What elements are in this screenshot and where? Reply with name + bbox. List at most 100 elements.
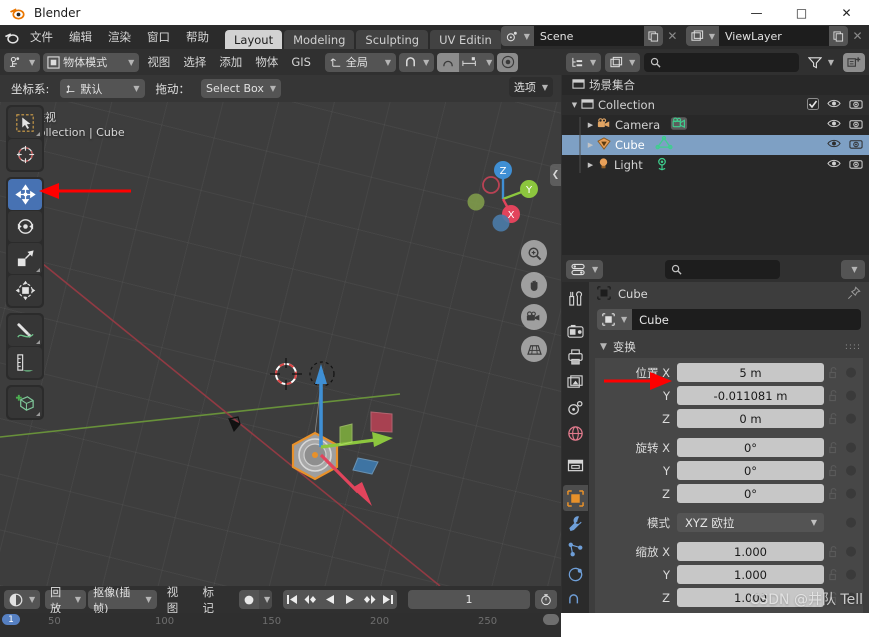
lock-icon[interactable] <box>824 464 843 477</box>
animate-dot-icon[interactable]: ● <box>843 440 859 455</box>
location-y-field[interactable]: -0.011081 m <box>677 386 824 405</box>
scale-x-field[interactable]: 1.000 <box>677 542 824 561</box>
physics-tab[interactable] <box>563 562 588 588</box>
object-tab[interactable] <box>563 485 588 511</box>
auto-keying-chevron-icon[interactable]: ▼ <box>259 590 272 609</box>
auto-keying-group[interactable]: ▼ <box>239 590 272 609</box>
n-panel-toggle[interactable]: ❮ <box>550 164 561 186</box>
lock-icon[interactable] <box>824 366 843 379</box>
eye-icon[interactable] <box>827 138 841 152</box>
object-id-icon[interactable]: ▼ <box>597 309 633 330</box>
viewlayer-name[interactable]: ViewLayer <box>719 26 829 46</box>
checkbox-icon[interactable] <box>807 97 819 113</box>
location-x-field[interactable]: 5 m <box>677 363 824 382</box>
tool-tab[interactable] <box>563 286 588 312</box>
next-keyframe-icon[interactable] <box>359 590 378 609</box>
blender-menu-icon[interactable] <box>0 30 22 45</box>
location-z-field[interactable]: 0 m <box>677 409 824 428</box>
rotation-z-field[interactable]: 0° <box>677 484 824 503</box>
close-button[interactable]: ✕ <box>824 0 869 25</box>
outliner-row-camera[interactable]: ▶ Camera <box>562 115 869 135</box>
tweak-tool-button[interactable] <box>8 107 42 138</box>
viewport-menu-select[interactable]: 选择 <box>178 54 211 70</box>
camera-icon[interactable] <box>521 304 547 330</box>
add-cube-tool-button[interactable] <box>8 387 42 418</box>
expand-triangle-icon[interactable]: ▶ <box>584 141 597 149</box>
cursor-tool-button[interactable] <box>8 139 42 170</box>
proportional-edit-icon[interactable] <box>437 52 460 72</box>
jump-end-icon[interactable] <box>378 590 397 609</box>
editor-type-3dview-icon[interactable]: ▼ <box>4 52 41 72</box>
shading-toggle[interactable] <box>497 52 519 72</box>
collection-tab[interactable] <box>563 453 588 479</box>
filter-icon[interactable]: ▼ <box>803 53 839 72</box>
pin-icon[interactable] <box>847 285 861 303</box>
viewlayer-icon[interactable]: ▼ <box>685 26 719 46</box>
menu-file[interactable]: 文件 <box>22 26 61 48</box>
current-frame-field[interactable]: 1 <box>408 590 531 609</box>
render-tab[interactable] <box>563 318 588 344</box>
timeline-playhead[interactable]: 1 <box>2 614 20 625</box>
keying-popover[interactable]: 抠像(插帧) ▼ <box>88 586 157 615</box>
viewport-menu-add[interactable]: 添加 <box>214 54 247 70</box>
jump-start-icon[interactable] <box>283 590 302 609</box>
outliner-row-collection[interactable]: ▼ Collection <box>562 95 869 115</box>
rotate-tool-button[interactable] <box>8 211 42 242</box>
minimize-button[interactable]: — <box>734 0 779 25</box>
scene-unlink-icon[interactable]: ✕ <box>663 26 682 46</box>
move-tool-button[interactable] <box>8 179 42 210</box>
lock-icon[interactable] <box>824 412 843 425</box>
expand-triangle-icon[interactable]: ▶ <box>584 121 597 129</box>
outliner-row-light[interactable]: ▶ Light <box>562 155 869 175</box>
viewlayer-tab[interactable] <box>563 369 588 395</box>
scene-icon[interactable]: ▼ <box>500 26 534 46</box>
outliner-tree[interactable]: 场景集合 ▼ Collection ▶ Camera ▶ Cube ▶ Ligh… <box>562 75 869 255</box>
outliner-editor-type-icon[interactable]: ▼ <box>566 52 602 72</box>
properties-search-input[interactable] <box>664 259 780 279</box>
play-icon[interactable] <box>340 590 359 609</box>
constraints-tab[interactable] <box>563 587 588 613</box>
viewport-menu-gis[interactable]: GIS <box>286 55 316 69</box>
snap-selector[interactable]: ▼ <box>399 52 435 72</box>
panel-expand-chevron-icon[interactable]: ▼ <box>600 342 607 352</box>
animate-dot-icon[interactable]: ● <box>843 544 859 559</box>
expand-triangle-icon[interactable]: ▶ <box>584 161 597 169</box>
camera-render-icon[interactable] <box>849 98 863 113</box>
proportional-dropdown-chevron-icon[interactable]: ▼ <box>481 53 494 72</box>
menu-window[interactable]: 窗口 <box>139 26 178 48</box>
camera-render-icon[interactable] <box>849 118 863 133</box>
lock-icon[interactable] <box>824 389 843 402</box>
viewport-menu-view[interactable]: 视图 <box>142 54 175 70</box>
object-name-value[interactable]: Cube <box>632 309 861 330</box>
world-tab[interactable] <box>563 421 588 447</box>
scene-tab[interactable] <box>563 395 588 421</box>
rotation-x-field[interactable]: 0° <box>677 438 824 457</box>
record-icon[interactable] <box>239 590 259 609</box>
coord-system-selector[interactable]: 默认 ▼ <box>60 79 145 98</box>
tab-uv-editing[interactable]: UV Editin <box>430 30 501 49</box>
timeline-ruler[interactable]: 50 100 150 200 250 1 <box>0 613 561 637</box>
animate-dot-icon[interactable]: ● <box>843 388 859 403</box>
outliner-display-mode-icon[interactable]: ▼ <box>605 52 641 72</box>
lock-icon[interactable] <box>824 568 843 581</box>
prev-keyframe-icon[interactable] <box>302 590 321 609</box>
transform-tool-button[interactable] <box>8 275 42 306</box>
modifier-tab[interactable] <box>563 511 588 537</box>
mesh-data-icon[interactable] <box>655 135 673 154</box>
outliner-root-row[interactable]: 场景集合 <box>562 75 869 95</box>
outliner-row-cube[interactable]: ▶ Cube <box>562 135 869 155</box>
menu-render[interactable]: 渲染 <box>100 26 139 48</box>
proportional-edit-group[interactable]: ▼ <box>437 52 495 72</box>
navigation-gizmo[interactable]: Z Y X <box>465 157 541 233</box>
lock-icon[interactable] <box>824 545 843 558</box>
camera-render-icon[interactable] <box>849 138 863 153</box>
lock-icon[interactable] <box>824 487 843 500</box>
annotate-tool-button[interactable] <box>8 315 42 346</box>
rotation-y-field[interactable]: 0° <box>677 461 824 480</box>
timeline-editor-type-icon[interactable]: ▼ <box>4 590 41 609</box>
scene-duplicate-icon[interactable] <box>643 26 663 46</box>
viewlayer-remove-icon[interactable]: ✕ <box>848 26 867 46</box>
scene-selector[interactable]: ▼ Scene ✕ <box>500 26 682 46</box>
lock-icon[interactable] <box>824 441 843 454</box>
scale-y-field[interactable]: 1.000 <box>677 565 824 584</box>
